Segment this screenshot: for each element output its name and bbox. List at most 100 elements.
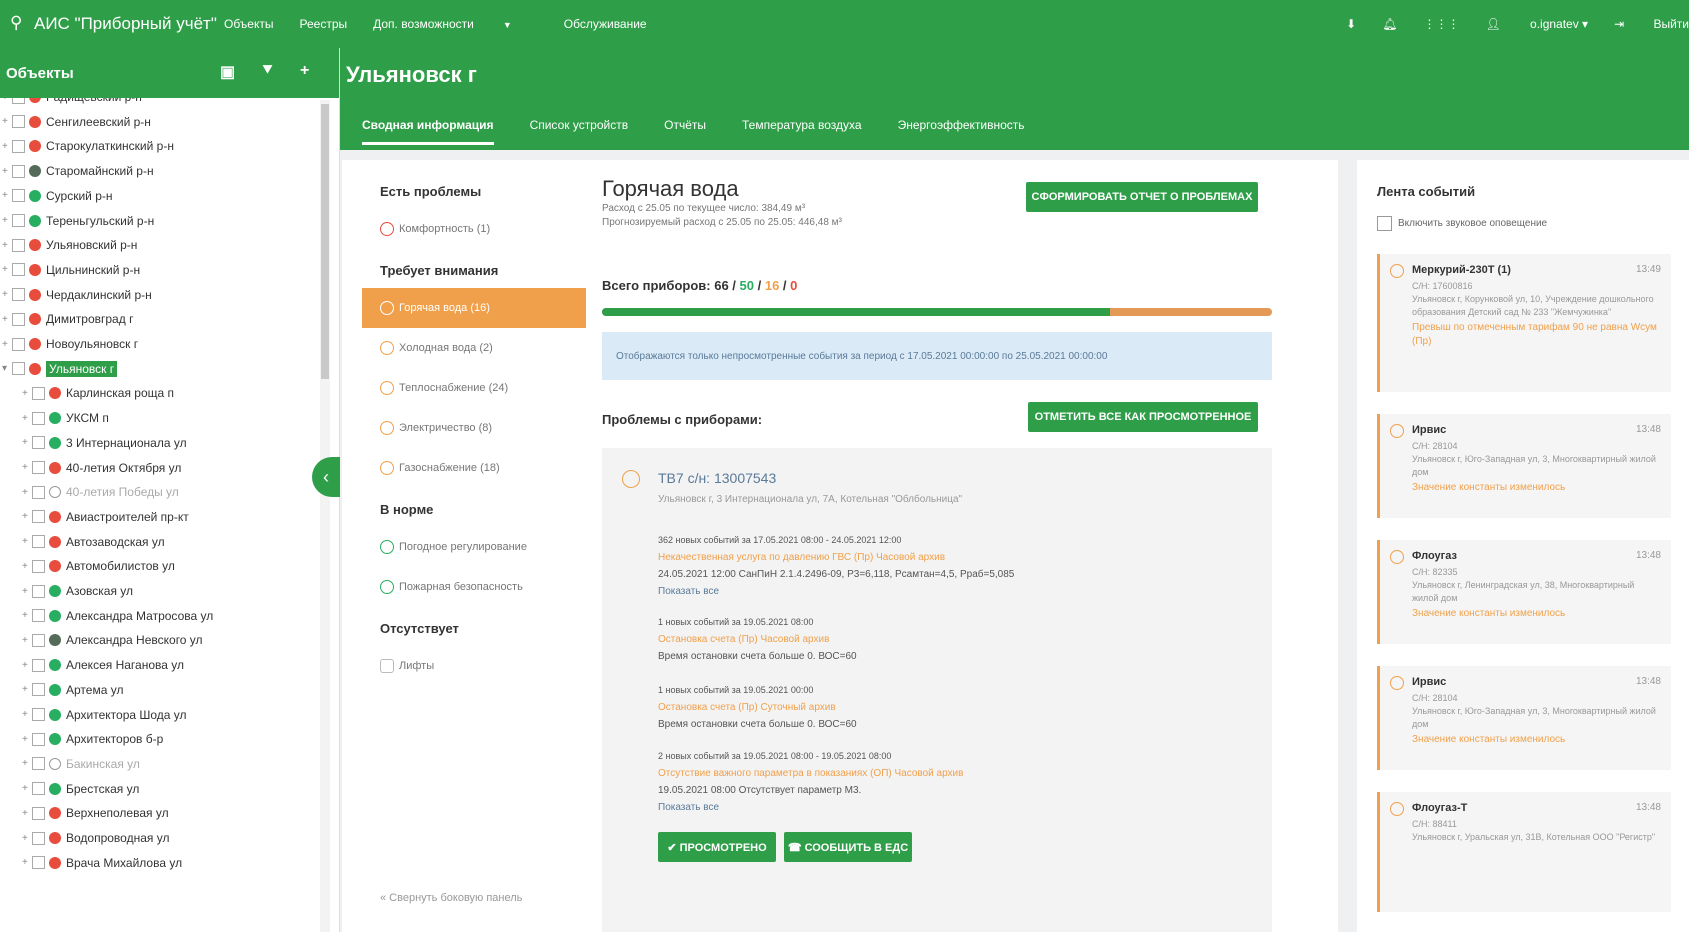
tree-item[interactable]: + Артема ул bbox=[22, 679, 123, 701]
expand-icon[interactable]: + bbox=[22, 413, 32, 424]
expand-icon[interactable]: + bbox=[22, 511, 32, 522]
nav-registers[interactable]: Реестры bbox=[300, 17, 348, 31]
scrollbar-thumb[interactable] bbox=[321, 104, 329, 379]
tree-checkbox[interactable] bbox=[12, 189, 25, 203]
collapse-panel-link[interactable]: « Свернуть боковую панель bbox=[380, 892, 522, 904]
tree-item[interactable]: ▾ Ульяновск г bbox=[2, 358, 118, 380]
tree-checkbox[interactable] bbox=[12, 337, 25, 351]
feed-item[interactable]: 13:48 Флоугаз-Т С/Н: 88411 Ульяновск г, Ура… bbox=[1377, 792, 1671, 912]
report-problems-button[interactable]: СФОРМИРОВАТЬ ОТЧЕТ О ПРОБЛЕМАХ bbox=[1026, 182, 1258, 212]
expand-icon[interactable]: + bbox=[22, 561, 32, 572]
expand-icon[interactable]: + bbox=[2, 240, 12, 251]
tree-checkbox[interactable] bbox=[32, 535, 45, 549]
tree-checkbox[interactable] bbox=[32, 633, 45, 647]
tree-checkbox[interactable] bbox=[12, 139, 25, 153]
tree-item[interactable]: +40-летия Октября ул bbox=[22, 457, 181, 479]
tab-temperature[interactable]: Температура воздуха bbox=[742, 118, 862, 145]
tab-efficiency[interactable]: Энергоэффективность bbox=[898, 118, 1025, 145]
tree-checkbox[interactable] bbox=[32, 683, 45, 697]
nav-service[interactable]: Обслуживание bbox=[564, 17, 647, 31]
tab-reports[interactable]: Отчёты bbox=[664, 118, 706, 145]
category-item[interactable]: Теплоснабжение (24) bbox=[362, 368, 586, 408]
tree-item[interactable]: + Верхнеполевая ул bbox=[22, 802, 169, 824]
expand-icon[interactable]: + bbox=[22, 833, 32, 844]
expand-icon[interactable]: + bbox=[22, 808, 32, 819]
tree-item[interactable]: + Ульяновский р-н bbox=[2, 234, 137, 256]
report-eds-button[interactable]: ☎ СООБЩИТЬ В ЕДС bbox=[784, 832, 912, 862]
show-all-link[interactable]: Показать все bbox=[658, 799, 963, 816]
category-item[interactable]: Комфортность (1) bbox=[362, 209, 586, 249]
expand-icon[interactable]: + bbox=[2, 215, 12, 226]
category-item[interactable]: Холодная вода (2) bbox=[362, 328, 586, 368]
expand-icon[interactable]: + bbox=[22, 734, 32, 745]
tree-checkbox[interactable] bbox=[32, 782, 45, 796]
expand-icon[interactable]: + bbox=[22, 684, 32, 695]
tree-item[interactable]: + Врача Михайлова ул bbox=[22, 852, 182, 874]
tree-item[interactable]: + Чердаклинский р-н bbox=[2, 284, 152, 306]
expand-icon[interactable]: + bbox=[2, 264, 12, 275]
tree-checkbox[interactable] bbox=[32, 831, 45, 845]
category-item[interactable]: Лифты bbox=[362, 646, 586, 686]
tree-item[interactable]: + Архитекторов б-р bbox=[22, 728, 163, 750]
tree-checkbox[interactable] bbox=[32, 658, 45, 672]
tab-devices[interactable]: Список устройств bbox=[530, 118, 629, 145]
tree-checkbox[interactable] bbox=[32, 411, 45, 425]
category-item[interactable]: Погодное регулирование bbox=[362, 527, 586, 567]
tree-checkbox[interactable] bbox=[32, 856, 45, 870]
tree-checkbox[interactable] bbox=[12, 164, 25, 178]
viewed-button[interactable]: ✔ ПРОСМОТРЕНО bbox=[658, 832, 776, 862]
expand-icon[interactable]: + bbox=[22, 709, 32, 720]
feed-item[interactable]: 13:48 Ирвис С/Н: 28104 Ульяновск г, Юго-Зап… bbox=[1377, 414, 1671, 518]
logout-button[interactable]: ⇥ Выйти bbox=[1614, 17, 1689, 31]
tree-item[interactable]: + Автозаводская ул bbox=[22, 531, 165, 553]
tree-checkbox[interactable] bbox=[12, 362, 25, 376]
bell-icon[interactable]: 🔔︎ bbox=[1382, 17, 1397, 31]
tree-item[interactable]: + Авиастроителей пр-кт bbox=[22, 506, 189, 528]
tree-item[interactable]: + Тереньгульский р-н bbox=[2, 210, 154, 232]
tree-checkbox[interactable] bbox=[12, 263, 25, 277]
expand-icon[interactable]: + bbox=[22, 635, 32, 646]
tree-item[interactable]: + Александра Матросова ул bbox=[22, 605, 213, 627]
show-all-link[interactable]: Показать все bbox=[658, 583, 1014, 600]
tree-item[interactable]: + Сенгилеевский р-н bbox=[2, 111, 151, 133]
tree-checkbox[interactable] bbox=[32, 559, 45, 573]
feed-item[interactable]: 13:48 Ирвис С/Н: 28104 Ульяновск г, Юго-Зап… bbox=[1377, 666, 1671, 770]
tree-checkbox[interactable] bbox=[32, 732, 45, 746]
tree-checkbox[interactable] bbox=[32, 510, 45, 524]
tree-item[interactable]: + Алексея Наганова ул bbox=[22, 654, 184, 676]
tree-checkbox[interactable] bbox=[32, 609, 45, 623]
tree-checkbox[interactable] bbox=[12, 312, 25, 326]
expand-icon[interactable]: + bbox=[22, 783, 32, 794]
tree-item[interactable]: + Бакинская ул bbox=[22, 753, 140, 775]
expand-icon[interactable]: ▾ bbox=[2, 363, 12, 374]
tree-checkbox[interactable] bbox=[12, 238, 25, 252]
tree-item[interactable]: + Радищевский р-н bbox=[2, 98, 142, 108]
expand-icon[interactable]: + bbox=[22, 487, 32, 498]
feed-item[interactable]: 13:49 Меркурий-230Т (1) С/Н: 17600816 Ульян… bbox=[1377, 254, 1671, 392]
tree-item[interactable]: + Автомобилистов ул bbox=[22, 555, 175, 577]
tree-item[interactable]: + Архитектора Шода ул bbox=[22, 704, 187, 726]
tree-item[interactable]: + Цильнинский р-н bbox=[2, 259, 140, 281]
tree-item[interactable]: +3 Интернационала ул bbox=[22, 432, 187, 454]
sidebar-scrollbar[interactable] bbox=[320, 100, 330, 932]
expand-icon[interactable]: + bbox=[22, 586, 32, 597]
tree-checkbox[interactable] bbox=[32, 584, 45, 598]
tree-item[interactable]: + Брестская ул bbox=[22, 778, 139, 800]
tree-checkbox[interactable] bbox=[12, 98, 25, 104]
tree-checkbox[interactable] bbox=[32, 708, 45, 721]
expand-icon[interactable]: + bbox=[2, 190, 12, 201]
tree-item[interactable]: + Сурский р-н bbox=[2, 185, 113, 207]
calendar-icon[interactable]: ▣ bbox=[220, 62, 235, 82]
tree-item[interactable]: + Димитровград г bbox=[2, 308, 133, 330]
expand-icon[interactable]: + bbox=[22, 388, 32, 399]
tree-item[interactable]: + Новоульяновск г bbox=[2, 333, 138, 355]
tree-checkbox[interactable] bbox=[32, 386, 45, 400]
apps-grid-icon[interactable]: ⋮⋮⋮ bbox=[1423, 17, 1459, 31]
expand-icon[interactable]: + bbox=[22, 462, 32, 473]
category-item[interactable]: Пожарная безопасность bbox=[362, 567, 586, 607]
filter-icon[interactable]: ⯆ bbox=[261, 62, 274, 82]
expand-icon[interactable]: + bbox=[22, 610, 32, 621]
tree-checkbox[interactable] bbox=[32, 461, 45, 474]
expand-icon[interactable]: + bbox=[22, 437, 32, 448]
tree-item[interactable]: + УКСМ п bbox=[22, 407, 109, 429]
